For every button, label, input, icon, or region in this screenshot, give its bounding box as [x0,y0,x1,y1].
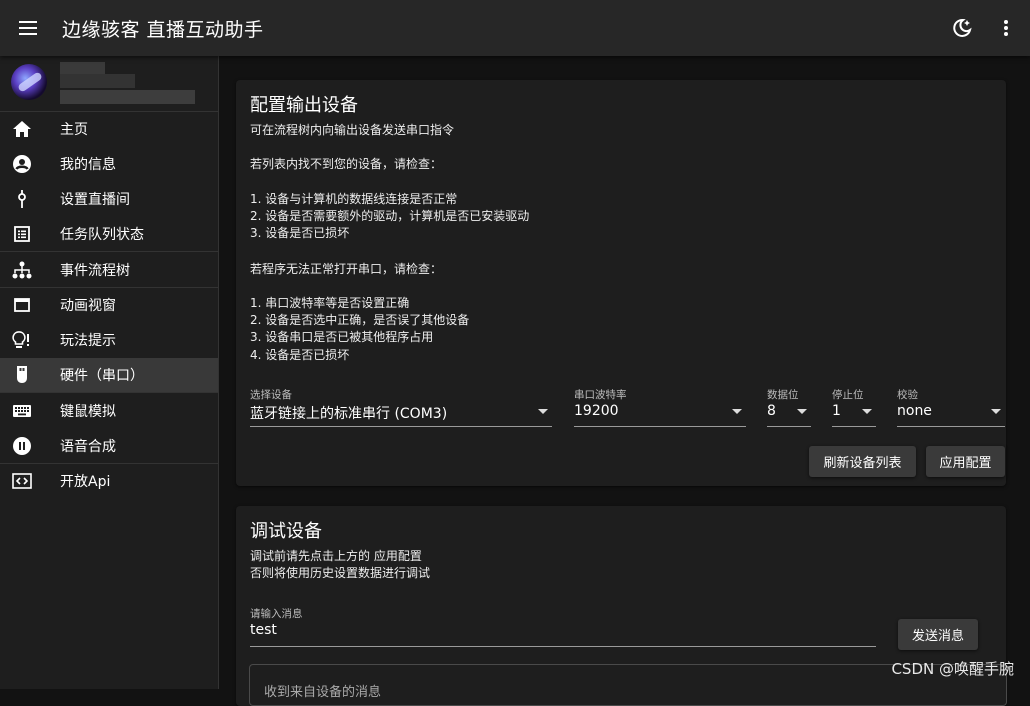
sidebar-item-task-queue[interactable]: 任务队列状态 [0,216,218,251]
more-options-button[interactable] [984,0,1028,56]
baud-rate-label: 串口波特率 [574,389,627,401]
sidebar-item-label: 设置直播间 [60,191,130,208]
sidebar-item-label: 键鼠模拟 [60,403,116,420]
sidebar-item-label: 任务队列状态 [60,226,144,243]
sidebar-item-gameplay-tips[interactable]: 玩法提示 [0,323,218,358]
apply-config-button[interactable]: 应用配置 [926,446,1005,477]
key-pin-icon [18,189,26,208]
menu-button[interactable] [0,0,56,56]
more-vert-icon [1004,20,1008,36]
refresh-device-list-button[interactable]: 刷新设备列表 [809,446,916,477]
list-alt-icon [14,225,30,242]
device-select-label: 选择设备 [250,389,292,401]
baud-rate-select[interactable]: 串口波特率 19200 [574,387,746,427]
data-bits-value: 8 [767,403,776,419]
pause-circle-icon [13,436,31,455]
app-bar: 边缘骇客 直播互动助手 [0,0,1030,56]
sidebar-item-label: 硬件（串口） [60,367,144,384]
data-bits-label: 数据位 [767,389,799,401]
dropdown-arrow-icon [862,409,872,414]
blurred-username [60,74,135,88]
tips-bulb-icon [12,331,29,349]
check-heading: 若列表内找不到您的设备，请检查： [250,157,443,171]
avatar [11,64,47,100]
sidebar-item-home[interactable]: 主页 [0,112,218,147]
watermark: CSDN @唤醒手腕 [891,660,1014,678]
dropdown-arrow-icon [538,409,548,414]
sidebar-item-label: 事件流程树 [60,262,130,279]
sidebar-item-label: 动画视窗 [60,298,116,315]
sidebar-item-speech-synthesis[interactable]: 语音合成 [0,428,218,463]
sidebar-item-hardware[interactable]: 硬件（串口） [0,357,218,393]
hamburger-icon [19,21,37,35]
config-description: 可在流程树内向输出设备发送串口指令 [250,123,455,137]
device-select[interactable]: 选择设备 蓝牙链接上的标准串行 (COM3) [250,387,552,427]
open-heading: 若程序无法正常打开串口，请检查： [250,262,443,276]
blurred-username [60,62,105,74]
send-message-button[interactable]: 发送消息 [898,619,978,650]
baud-rate-value: 19200 [574,403,619,419]
account-circle-icon [13,155,31,174]
card-title: 配置输出设备 [250,95,358,116]
usb-device-icon [17,365,27,383]
open-item: 4. 设备是否已损坏 [250,348,350,362]
dropdown-arrow-icon [732,409,742,414]
main-content: 配置输出设备 可在流程树内向输出设备发送串口指令 若列表内找不到您的设备，请检查… [219,56,1030,706]
data-bits-select[interactable]: 数据位 8 [767,387,811,427]
sidebar-item-open-api[interactable]: 开放Api [0,462,218,499]
theme-toggle-button[interactable] [940,0,984,56]
dark-mode-icon [953,18,972,37]
account-tree-icon [12,261,32,279]
config-output-card: 配置输出设备 可在流程树内向输出设备发送串口指令 若列表内找不到您的设备，请检查… [236,80,1006,486]
sidebar-item-label: 我的信息 [60,157,116,174]
stop-bits-select[interactable]: 停止位 1 [832,387,876,427]
home-icon [13,121,31,138]
app-title: 边缘骇客 直播互动助手 [62,18,264,41]
message-input-value: test [250,622,277,638]
blurred-user-id [60,90,195,104]
stop-bits-value: 1 [832,403,841,419]
sidebar-item-live-room[interactable]: 设置直播间 [0,182,218,217]
sidebar-item-keyboard-mouse[interactable]: 键鼠模拟 [0,392,218,428]
parity-select[interactable]: 校验 none [897,387,1005,427]
open-item: 1. 串口波特率等是否设置正确 [250,296,410,310]
code-icon [12,473,32,490]
sidebar-item-label: 开放Api [60,474,111,491]
sidebar: 主页 我的信息 设置直播间 任务队列状态 事件流程树 动画视窗 玩法提示 硬件（… [0,56,219,689]
check-item: 2. 设备是否需要额外的驱动，计算机是否已安装驱动 [250,209,530,223]
message-input-label: 请输入消息 [250,608,303,620]
parity-label: 校验 [897,389,918,401]
sidebar-item-animation-window[interactable]: 动画视窗 [0,286,218,323]
debug-note: 调试前请先点击上方的 应用配置 [250,549,422,563]
window-icon [14,298,30,313]
keyboard-icon [13,404,31,417]
debug-note: 否则将使用历史设置数据进行调试 [250,566,431,580]
sidebar-item-label: 主页 [60,122,88,139]
device-select-value: 蓝牙链接上的标准串行 (COM3) [250,406,448,422]
sidebar-item-event-tree[interactable]: 事件流程树 [0,251,218,287]
check-item: 3. 设备是否已损坏 [250,226,350,240]
user-profile[interactable] [0,56,218,112]
stop-bits-label: 停止位 [832,389,864,401]
card-title: 调试设备 [250,521,322,542]
sidebar-item-label: 玩法提示 [60,333,116,350]
dropdown-arrow-icon [991,409,1001,414]
open-item: 3. 设备串口是否已被其他程序占用 [250,330,434,344]
open-item: 2. 设备是否选中正确，是否误了其他设备 [250,313,470,327]
sidebar-item-label: 语音合成 [60,438,116,455]
message-input[interactable]: 请输入消息 test [250,606,876,647]
sidebar-item-my-info[interactable]: 我的信息 [0,147,218,182]
parity-value: none [897,403,932,419]
check-item: 1. 设备与计算机的数据线连接是否正常 [250,192,458,206]
dropdown-arrow-icon [797,409,807,414]
received-messages-label: 收到来自设备的消息 [264,685,382,700]
